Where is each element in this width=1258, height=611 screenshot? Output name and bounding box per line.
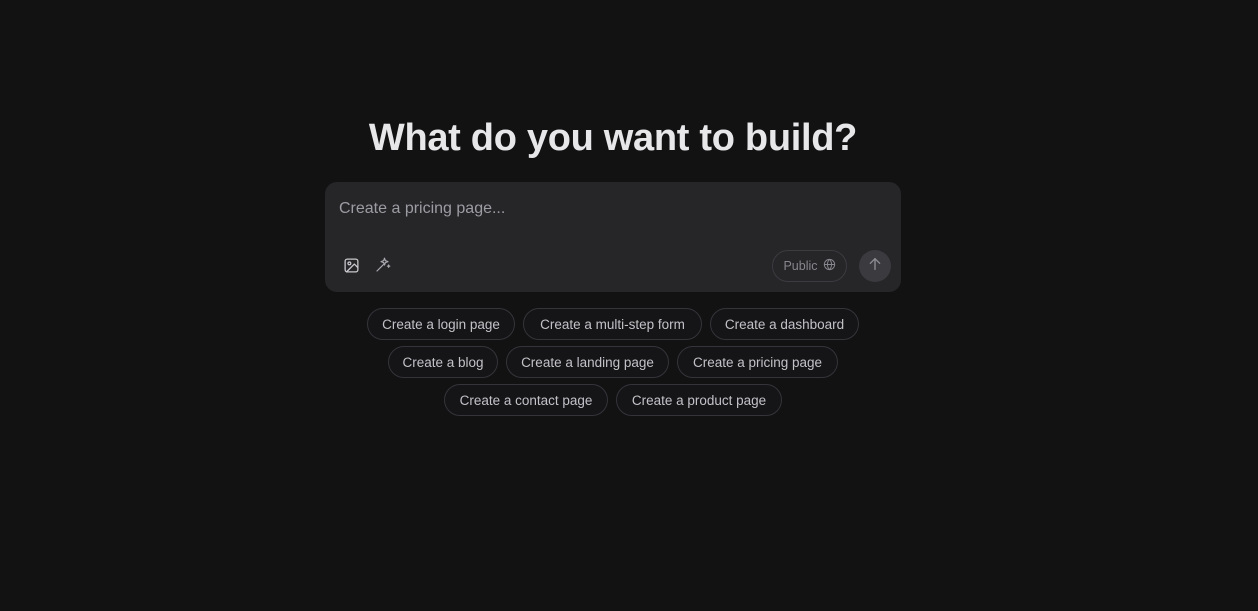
visibility-label: Public bbox=[783, 259, 818, 273]
attach-image-button[interactable] bbox=[341, 255, 361, 275]
suggestion-chip[interactable]: Create a landing page bbox=[506, 346, 669, 378]
suggestion-chip[interactable]: Create a login page bbox=[367, 308, 515, 340]
suggestion-chip[interactable]: Create a product page bbox=[616, 384, 782, 416]
suggestion-chip[interactable]: Create a dashboard bbox=[710, 308, 859, 340]
page-title: What do you want to build? bbox=[368, 117, 858, 159]
prompt-composer: Public bbox=[325, 182, 901, 292]
image-icon bbox=[343, 257, 360, 274]
suggestion-chip[interactable]: Create a contact page bbox=[444, 384, 608, 416]
enhance-prompt-button[interactable] bbox=[373, 255, 393, 275]
suggestion-chip[interactable]: Create a blog bbox=[388, 346, 498, 378]
prompt-input[interactable] bbox=[339, 196, 879, 222]
page: What do you want to build? Create a pric… bbox=[0, 0, 1258, 611]
suggestion-chip[interactable]: Create a multi-step form bbox=[523, 308, 702, 340]
sparkles-wand-icon bbox=[374, 256, 392, 274]
send-button[interactable] bbox=[859, 250, 891, 282]
visibility-toggle-button[interactable]: Public bbox=[772, 250, 847, 282]
suggestion-chip[interactable]: Create a pricing page bbox=[677, 346, 838, 378]
globe-icon bbox=[823, 258, 836, 274]
arrow-up-icon bbox=[867, 256, 883, 277]
